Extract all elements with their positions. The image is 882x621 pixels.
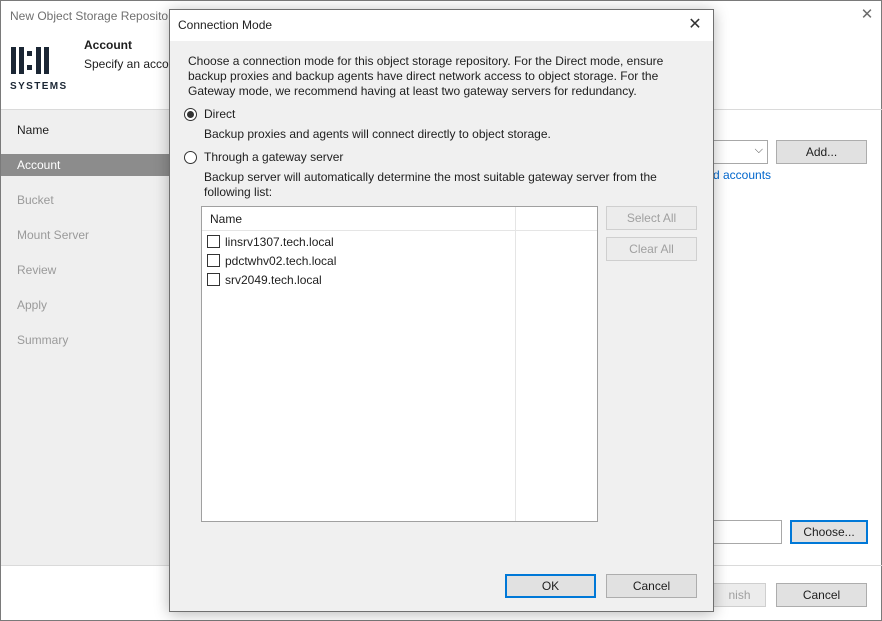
step-apply: Apply [17,298,48,312]
chevron-down-icon: ⌵ [754,144,763,156]
direct-radio[interactable] [184,107,197,121]
dialog-cancel-button[interactable]: Cancel [606,574,697,598]
step-summary: Summary [17,333,69,347]
column-divider [515,207,516,521]
clear-all-button[interactable]: Clear All [606,237,697,261]
list-item[interactable]: pdctwhv02.tech.local [207,251,336,270]
step-account[interactable]: Account [1,154,171,176]
wizard-title: New Object Storage Repository [10,9,179,23]
mount-server-field[interactable] [713,520,782,544]
step-bucket: Bucket [17,193,54,207]
list-item[interactable]: srv2049.tech.local [207,270,322,289]
direct-mode-option[interactable]: Direct [184,107,235,121]
server-checkbox[interactable] [207,273,220,286]
finish-button[interactable]: nish [713,583,766,607]
select-all-button[interactable]: Select All [606,206,697,230]
server-checkbox[interactable] [207,235,220,248]
close-icon[interactable]: ✕ [682,14,708,36]
server-name: pdctwhv02.tech.local [225,253,337,268]
account-dropdown[interactable]: ⌵ [713,140,768,164]
step-mount-server: Mount Server [17,228,90,242]
list-item[interactable]: linsrv1307.tech.local [207,232,334,251]
gateway-mode-option[interactable]: Through a gateway server [184,150,343,164]
add-account-button[interactable]: Add... [776,140,867,164]
ok-button[interactable]: OK [505,574,596,598]
dialog-description: Choose a connection mode for this object… [188,54,664,98]
dialog-titlebar: Connection Mode ✕ [170,10,713,41]
server-name: linsrv1307.tech.local [225,234,334,249]
dialog-title: Connection Mode [178,18,273,32]
wizard-step-title: Account [84,38,132,52]
list-header: Name [202,207,597,231]
wizard-cancel-button[interactable]: Cancel [776,583,867,607]
choose-button[interactable]: Choose... [790,520,868,544]
direct-help-text: Backup proxies and agents will connect d… [204,127,551,141]
gateway-radio[interactable] [184,150,197,164]
connection-mode-dialog: Connection Mode ✕ Choose a connection mo… [169,9,714,612]
wizard-steps-sidebar: Name Account Bucket Mount Server Review … [1,110,171,565]
logo-text: SYSTEMS [10,81,68,92]
column-header-name[interactable]: Name [210,212,242,226]
step-name[interactable]: Name [1,119,171,141]
manage-accounts-link[interactable]: d accounts [713,168,771,182]
server-name: srv2049.tech.local [225,272,322,287]
gateway-server-list[interactable]: Name linsrv1307.tech.local pdctwhv02.tec… [201,206,598,522]
gateway-help-text: Backup server will automatically determi… [204,170,657,199]
wizard-close-icon[interactable]: ✕ [857,5,877,25]
gateway-label: Through a gateway server [204,150,344,164]
direct-label: Direct [204,107,236,121]
server-checkbox[interactable] [207,254,220,267]
step-review: Review [17,263,57,277]
